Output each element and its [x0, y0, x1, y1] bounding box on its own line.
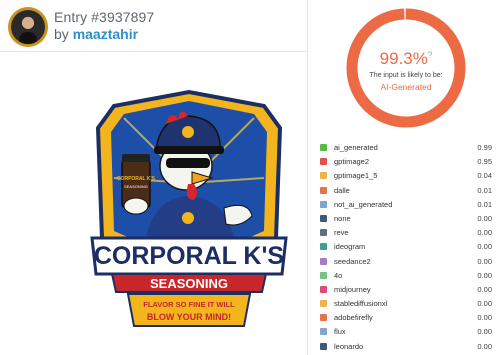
- legend-swatch: [320, 229, 327, 237]
- left-hand: [123, 197, 149, 215]
- model-row: dalle 0.01: [320, 184, 492, 198]
- model-row: 4o 0.00: [320, 269, 492, 283]
- model-score: 0.99: [477, 143, 492, 152]
- model-name: ai_generated: [334, 143, 378, 152]
- slogan-line1: FLAVOR SO FINE IT WILL: [143, 300, 235, 309]
- entry-artwork[interactable]: CORPORAL K'S SEASONING CORPORAL K'S SEAS…: [84, 88, 294, 334]
- score-percent-value: 99.3%: [379, 49, 428, 68]
- model-name: 4o: [334, 270, 343, 280]
- legend-swatch: [320, 257, 327, 265]
- model-name: ideogram: [334, 242, 366, 252]
- verdict: AI-Generated: [380, 82, 432, 92]
- model-name: gptimage2: [334, 157, 370, 167]
- entry-byline: by maaztahir: [54, 26, 138, 42]
- model-name: none: [334, 213, 351, 223]
- jar-label: CORPORAL K'S: [117, 176, 156, 182]
- model-row: gptimage2 0.95: [320, 155, 492, 169]
- model-score: 0.00: [477, 299, 492, 309]
- score-percent: 99.3%?: [344, 49, 468, 69]
- jar-lid: [122, 154, 150, 162]
- model-score: 0.00: [477, 284, 492, 294]
- legend-swatch: [320, 158, 327, 166]
- model-name: dalle: [334, 185, 350, 195]
- gauge-readout: 99.3%? The input is likely to be: AI-Gen…: [344, 6, 468, 130]
- model-score: 0.01: [477, 199, 492, 209]
- model-score: 0.95: [477, 157, 492, 167]
- model-score-list: ai_generated 0.99 gptimage2 0.95 gptimage1_5…: [320, 141, 492, 355]
- model-name: gptimage1_5: [334, 171, 378, 181]
- model-row: reve 0.00: [320, 226, 492, 240]
- model-row: gptimage1_5 0.04: [320, 169, 492, 183]
- model-score: 0.00: [477, 341, 492, 351]
- model-score: 0.00: [477, 327, 492, 337]
- model-row: none 0.00: [320, 212, 492, 226]
- brand-line1: CORPORAL K'S: [94, 242, 284, 270]
- model-row: not_ai_generated 0.01: [320, 198, 492, 212]
- by-label: by: [54, 26, 69, 42]
- model-name: seedance2: [334, 256, 371, 266]
- model-name: not_ai_generated: [334, 199, 393, 209]
- model-name: leonardo: [334, 341, 364, 351]
- avatar-photo: [11, 10, 45, 44]
- model-row: flux 0.00: [320, 325, 492, 339]
- model-name: flux: [334, 327, 346, 337]
- model-row: leonardo 0.00: [320, 340, 492, 354]
- model-name: midjourney: [334, 284, 371, 294]
- legend-swatch: [320, 300, 327, 308]
- sunglasses: [166, 158, 210, 168]
- legend-swatch: [320, 328, 327, 336]
- model-row: ai_generated 0.99: [320, 141, 492, 155]
- info-icon[interactable]: ?: [428, 50, 432, 59]
- legend-swatch: [320, 243, 327, 251]
- page: Entry #3937897 by maaztahir CORPORAL K'S…: [0, 0, 500, 355]
- entry-header: Entry #3937897 by maaztahir: [0, 0, 307, 52]
- model-score: 0.00: [477, 270, 492, 280]
- slogan-line2: BLOW YOUR MIND!: [147, 312, 231, 322]
- model-name: adobefirefly: [334, 313, 373, 323]
- entry-title: Entry #3937897: [54, 9, 155, 25]
- jar-sublabel: SEASONING: [124, 184, 148, 189]
- model-row: ideogram 0.00: [320, 240, 492, 254]
- legend-swatch: [320, 172, 327, 180]
- model-score: 0.01: [477, 185, 492, 195]
- legend-swatch: [320, 271, 327, 279]
- badge-star: [182, 212, 194, 224]
- model-name: stablediffusionxl: [334, 299, 388, 309]
- model-name: reve: [334, 228, 349, 238]
- model-row: adobefirefly 0.00: [320, 311, 492, 325]
- model-score: 0.00: [477, 228, 492, 238]
- model-score: 0.00: [477, 242, 492, 252]
- legend-swatch: [320, 214, 327, 222]
- wattle: [186, 184, 197, 200]
- detection-panel: 99.3%? The input is likely to be: AI-Gen…: [307, 0, 500, 355]
- model-score: 0.04: [477, 171, 492, 181]
- legend-swatch: [320, 186, 327, 194]
- entry-panel: Entry #3937897 by maaztahir CORPORAL K'S…: [0, 0, 307, 355]
- legend-swatch: [320, 285, 327, 293]
- legend-swatch: [320, 144, 327, 151]
- model-score: 0.00: [477, 256, 492, 266]
- avatar[interactable]: [8, 7, 48, 47]
- model-row: seedance2 0.00: [320, 255, 492, 269]
- likely-label: The input is likely to be:: [369, 72, 443, 79]
- model-score: 0.00: [477, 313, 492, 323]
- cap-visor: [154, 146, 224, 154]
- legend-swatch: [320, 342, 327, 350]
- model-row: midjourney 0.00: [320, 283, 492, 297]
- author-link[interactable]: maaztahir: [73, 26, 138, 42]
- legend-swatch: [320, 314, 327, 322]
- model-row: stablediffusionxl 0.00: [320, 297, 492, 311]
- brand-line2: SEASONING: [150, 276, 228, 291]
- model-score: 0.00: [477, 213, 492, 223]
- legend-swatch: [320, 200, 327, 208]
- cap-badge: [182, 126, 194, 138]
